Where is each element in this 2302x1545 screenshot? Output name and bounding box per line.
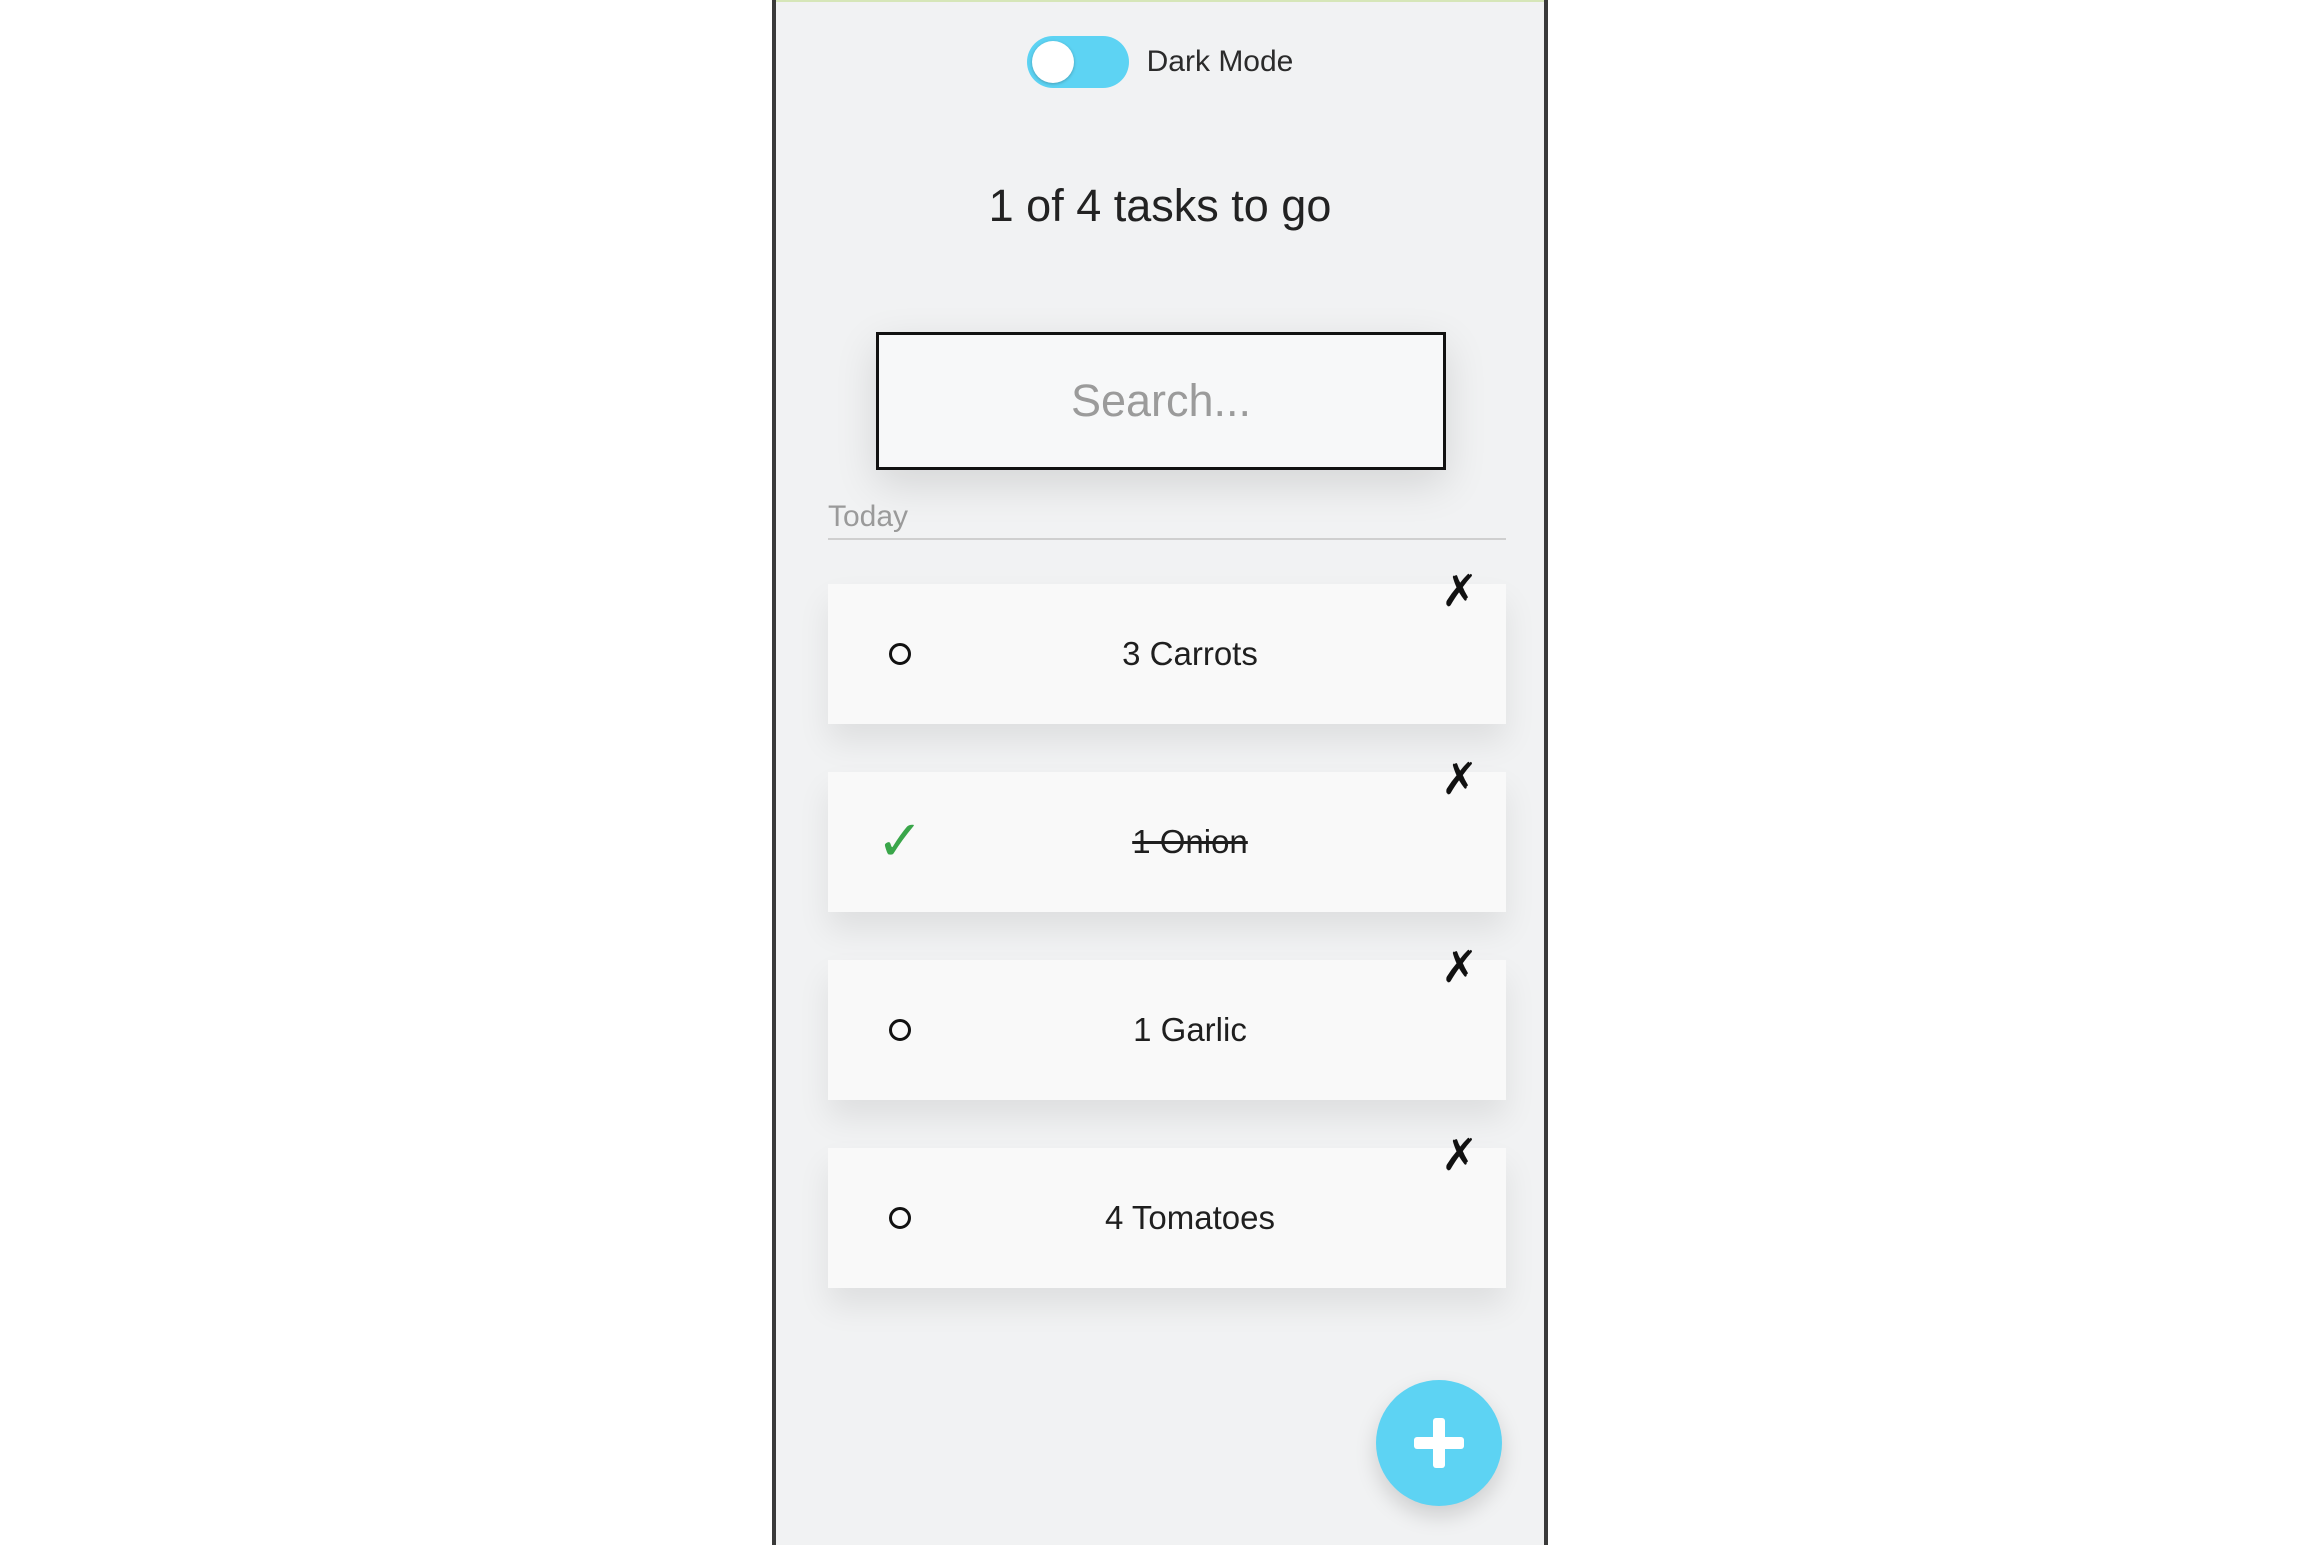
search-box [876, 332, 1446, 470]
tasks-remaining-summary: 1 of 4 tasks to go [988, 180, 1332, 231]
dark-mode-row: Dark Mode [776, 36, 1544, 88]
add-task-button[interactable] [1376, 1380, 1502, 1506]
dark-mode-label: Dark Mode [1146, 45, 1294, 78]
delete-task-button[interactable]: ✗ [1441, 946, 1478, 990]
task-label: 4 Tomatoes [1105, 1199, 1275, 1236]
task-label: 3 Carrots [1122, 635, 1258, 672]
delete-task-button[interactable]: ✗ [1441, 758, 1478, 802]
plus-icon [1414, 1418, 1464, 1468]
delete-task-button[interactable]: ✗ [1441, 1134, 1478, 1178]
delete-task-button[interactable]: ✗ [1441, 570, 1478, 614]
top-accent [776, 0, 1544, 2]
task-item: ✓ 1 Onion ✗ [828, 758, 1506, 912]
task-label: 1 Onion [1132, 823, 1248, 860]
task-label: 1 Garlic [1133, 1011, 1247, 1048]
section-header-today: Today [828, 500, 1506, 540]
task-item: 3 Carrots ✗ [828, 570, 1506, 724]
task-item: 4 Tomatoes ✗ [828, 1134, 1506, 1288]
search-input[interactable] [879, 334, 1443, 468]
task-item: 1 Garlic ✗ [828, 946, 1506, 1100]
toggle-knob [1031, 41, 1074, 83]
app-screen: Dark Mode 1 of 4 tasks to go Today 3 Car… [772, 0, 1548, 1545]
dark-mode-toggle[interactable] [1026, 36, 1129, 88]
